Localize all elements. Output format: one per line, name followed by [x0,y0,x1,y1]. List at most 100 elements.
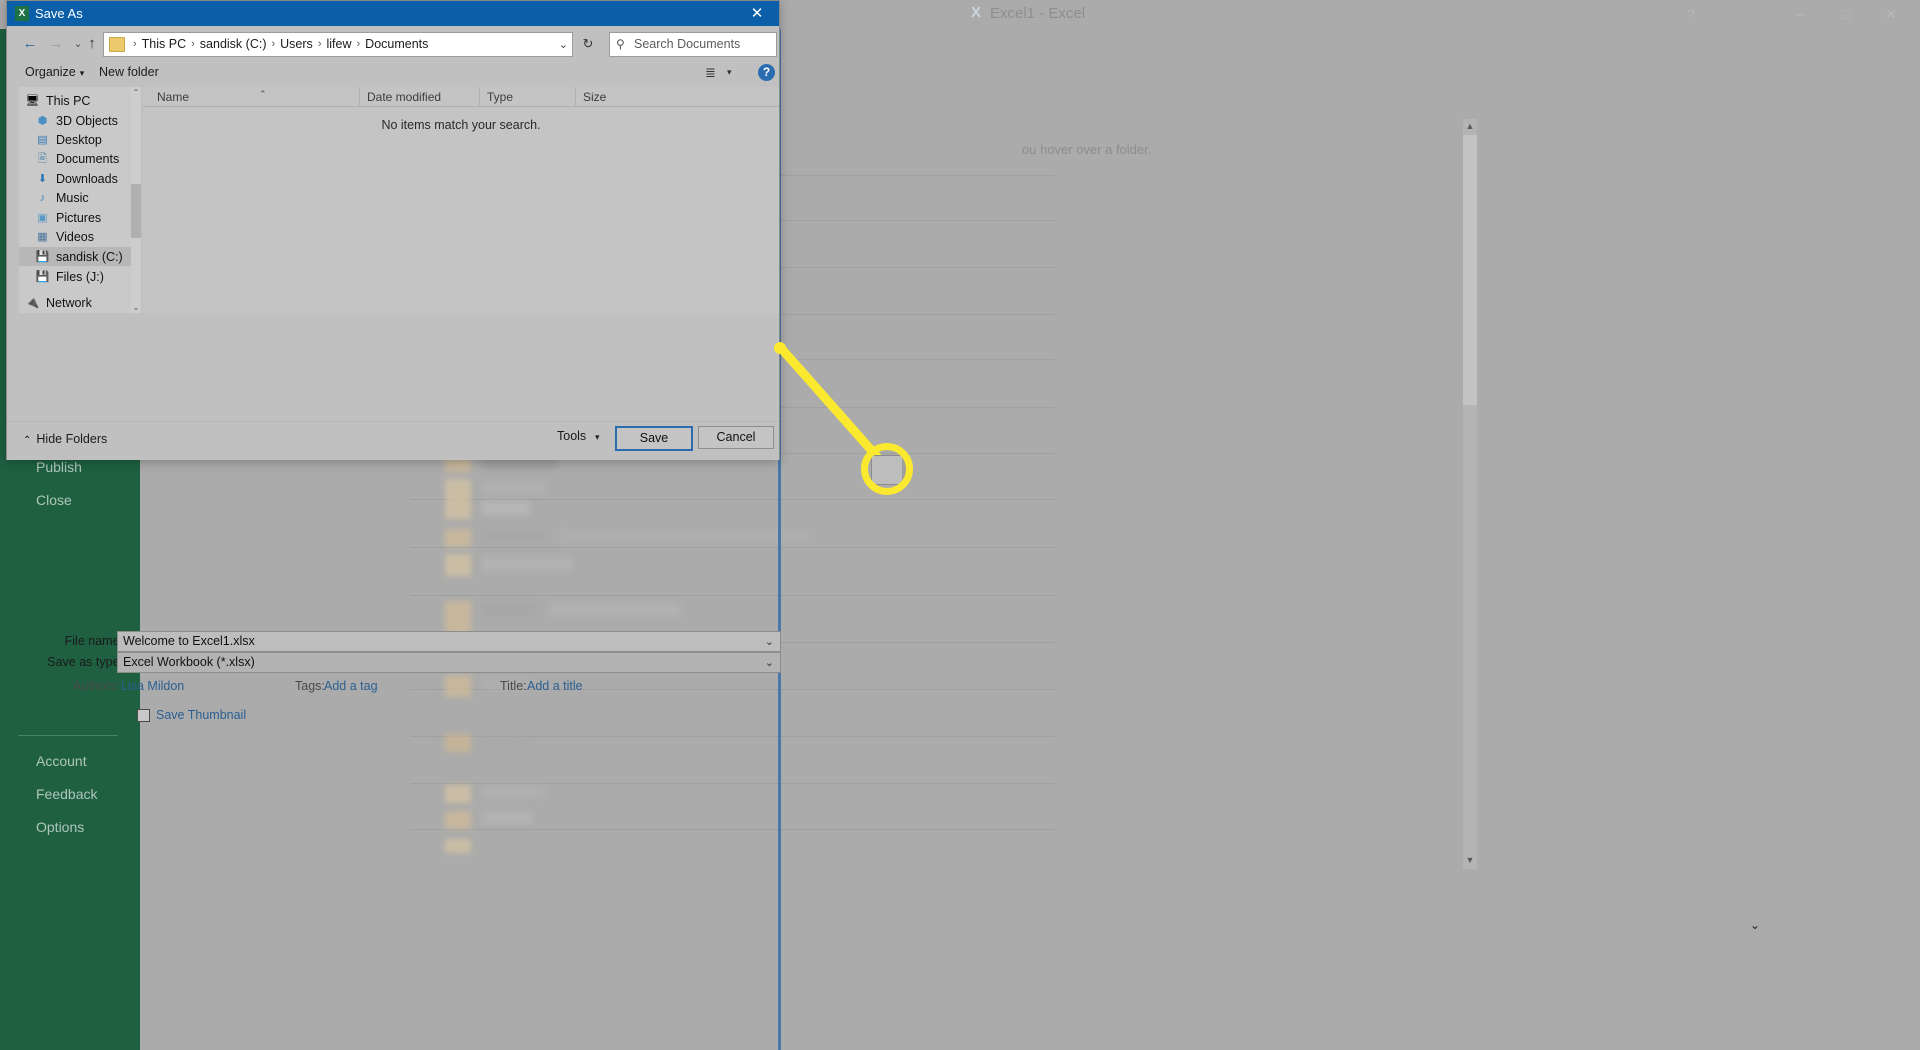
scroll-down-icon[interactable]: ⌄ [131,302,141,313]
blurred-cell [482,785,546,799]
blurred-cell [445,785,471,803]
refresh-icon[interactable]: ↻ [577,33,599,54]
chevron-down-icon: ▾ [79,68,85,78]
breadcrumb-separator: › [191,38,195,50]
doc-rule [410,829,1055,830]
help-icon[interactable]: ? [758,64,775,81]
authors-value[interactable]: Lisa Mildon [121,679,184,693]
tree-item-3d-objects[interactable]: ⬢ 3D Objects [19,111,131,130]
blurred-cell [445,734,471,752]
excel-icon: X [15,6,29,21]
tree-item-this-pc[interactable]: 🖥 This PC [19,91,131,110]
tree-item-sandisk[interactable]: 💾 sandisk (C:) [19,247,131,266]
sidebar-item-publish[interactable]: Publish [36,459,146,479]
blurred-cell [482,481,546,495]
folder-icon [109,37,125,52]
address-bar[interactable]: › This PC › sandisk (C:) › Users › lifew… [103,32,573,57]
tree-item-label: Pictures [56,210,102,225]
minimize-button[interactable]: ─ [1790,6,1812,23]
organize-button[interactable]: Organize ▾ [25,65,84,79]
document-scrollbar-thumb[interactable] [1463,135,1477,405]
blurred-cell [445,675,471,697]
breadcrumb-item-users[interactable]: Users [280,37,313,51]
blurred-cell [482,811,532,825]
chevron-down-icon: ⌄ [1750,918,1761,932]
title-value[interactable]: Add a title [527,679,583,693]
save-as-type-select[interactable]: Excel Workbook (*.xlsx) ⌄ [117,652,781,673]
account-icon[interactable]: person-icon [1648,6,1670,23]
help-icon[interactable]: ? [1680,6,1702,23]
breadcrumb-item-lifew[interactable]: lifew [326,37,351,51]
desktop-icon: ▤ [37,133,48,146]
breadcrumb-item-sandisk[interactable]: sandisk (C:) [200,37,267,51]
breadcrumb-separator: › [317,38,322,50]
tree-item-label: Files (J:) [56,269,104,284]
computer-icon: 🖥 [25,94,40,107]
chevron-down-icon[interactable]: ⌄ [765,635,774,648]
scroll-down-icon[interactable]: ▼ [1463,853,1477,867]
tree-item-label: Downloads [56,171,118,186]
new-folder-button[interactable]: New folder [99,65,159,79]
up-button[interactable]: ↑ [81,33,103,55]
drive-icon: 💾 [35,270,50,283]
chevron-down-icon[interactable]: ▾ [595,432,600,443]
column-header-type[interactable]: Type [487,90,513,104]
column-header-date-modified[interactable]: Date modified [367,90,441,104]
cancel-button[interactable]: Cancel [698,426,774,449]
column-header-name[interactable]: Name [157,90,189,104]
chevron-down-icon[interactable]: ⌄ [559,38,568,51]
hide-folders-button[interactable]: ⌃ Hide Folders [23,432,107,446]
chevron-down-icon[interactable]: ⌄ [765,656,774,669]
chevron-up-icon: ⌃ [23,435,32,446]
scroll-up-icon[interactable]: ⌃ [131,87,141,98]
network-icon: 🔌 [25,296,40,309]
documents-icon: 🖹 [38,152,47,165]
tree-item-music[interactable]: ♪ Music [19,188,131,207]
save-button[interactable]: Save [615,426,693,451]
breadcrumb-item-this-pc[interactable]: This PC [142,37,186,51]
tree-item-files-j[interactable]: 💾 Files (J:) [19,267,131,286]
tree-item-downloads[interactable]: ⬇ Downloads [19,169,131,188]
tree-item-videos[interactable]: ▦ Videos [19,227,131,246]
ribbon-display-options-icon[interactable] [1714,6,1736,23]
sidebar-item-options[interactable]: Options [36,819,146,839]
maximize-button[interactable]: □ [1835,6,1857,23]
search-input[interactable]: ⚲ Search Documents [609,32,777,57]
blurred-cell [445,601,471,635]
forward-button[interactable]: → [45,33,67,55]
breadcrumb-item-documents[interactable]: Documents [365,37,428,51]
tools-button[interactable]: Tools [557,429,586,443]
view-mode-icon[interactable]: ≣ [705,65,716,81]
search-icon: ⚲ [616,37,625,51]
tags-value[interactable]: Add a tag [324,679,378,693]
column-header-size[interactable]: Size [583,90,606,104]
column-divider[interactable] [575,87,576,106]
tree-item-desktop[interactable]: ▤ Desktop [19,130,131,149]
sort-ascending-icon: ⌃ [259,89,267,99]
file-name-input[interactable]: Welcome to Excel1.xlsx ⌄ [117,631,781,652]
close-icon[interactable]: ✕ [735,1,779,26]
back-button[interactable]: ← [19,33,41,55]
tree-item-network[interactable]: 🔌 Network [19,293,131,312]
tree-scrollbar-thumb[interactable] [131,184,141,238]
blurred-cell [482,529,548,543]
doc-rule [410,547,1055,548]
column-divider[interactable] [359,87,360,106]
save-thumbnail-row[interactable]: Save Thumbnail [137,708,246,722]
blurred-cell [445,554,471,576]
tree-item-pictures[interactable]: ▣ Pictures [19,208,131,227]
save-thumbnail-checkbox[interactable] [137,708,150,722]
tree-item-label: Videos [56,229,94,244]
sidebar-item-feedback[interactable]: Feedback [36,786,146,806]
sidebar-item-account[interactable]: Account [36,753,146,773]
chevron-down-icon[interactable]: ▾ [727,67,732,78]
tree-item-label: 3D Objects [56,113,118,128]
blurred-cell [476,735,524,749]
close-button[interactable]: ✕ [1880,6,1902,23]
breadcrumb-separator: › [271,38,276,50]
column-divider[interactable] [479,87,480,106]
sidebar-item-close[interactable]: Close [36,492,146,512]
scroll-up-icon[interactable]: ▲ [1463,119,1477,133]
file-name-value: Welcome to Excel1.xlsx [123,634,255,648]
tree-item-documents[interactable]: 🖹 Documents [19,149,131,168]
